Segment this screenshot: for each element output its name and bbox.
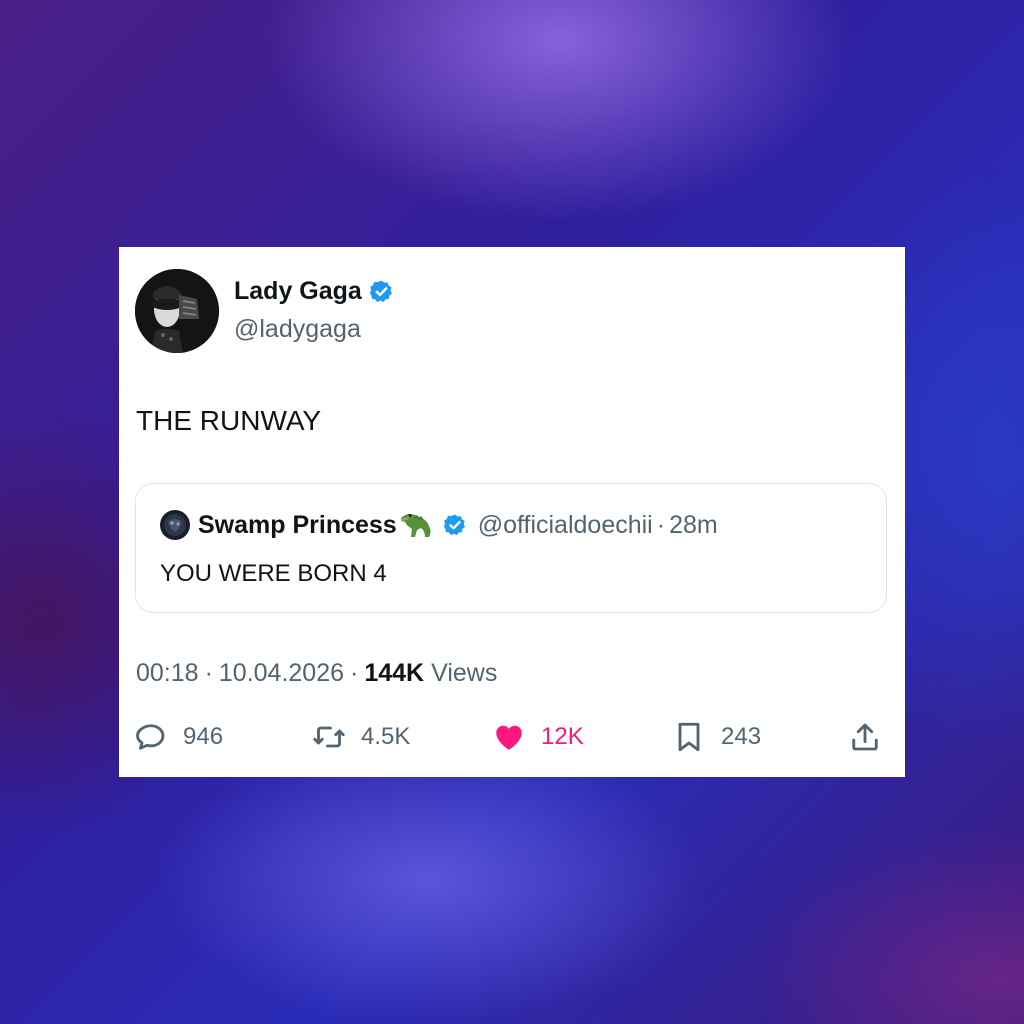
views-label: Views: [431, 659, 498, 687]
quoted-tweet-text: YOU WERE BORN 4: [160, 560, 387, 587]
author-display-name[interactable]: Lady Gaga: [234, 277, 362, 306]
reply-button[interactable]: 946: [133, 715, 223, 759]
quoted-verified-badge-icon: [443, 514, 465, 536]
quoted-tweet[interactable]: Swamp Princess @officialdoechii · 28m YO…: [135, 483, 887, 613]
meta-separator: ·: [204, 659, 213, 687]
heart-icon: [496, 725, 522, 750]
tweet-card: Lady Gaga @ladygaga THE RUNWAY Swamp Pri…: [119, 247, 905, 777]
alligator-icon: [400, 514, 431, 537]
bookmark-button[interactable]: 243: [671, 715, 761, 759]
avatar-photo: [135, 269, 219, 353]
quoted-tweet-header: Swamp Princess @officialdoechii · 28m: [160, 510, 718, 540]
tweet-text: THE RUNWAY: [136, 405, 322, 436]
quoted-author-avatar[interactable]: [160, 510, 190, 540]
tweet-date[interactable]: 10.04.2026: [219, 659, 344, 688]
quoted-author-handle[interactable]: @officialdoechii: [478, 511, 653, 540]
quoted-timestamp[interactable]: 28m: [669, 511, 718, 540]
bookmark-icon: [678, 722, 700, 752]
tweet-meta: 00:18 · 10.04.2026 · 144K Views: [136, 659, 497, 688]
quoted-author-name[interactable]: Swamp Princess: [198, 511, 397, 540]
reply-icon: [136, 724, 165, 750]
quoted-separator: ·: [656, 510, 666, 539]
bookmark-count: 243: [721, 723, 762, 750]
like-count: 12K: [541, 723, 584, 750]
meta-separator: ·: [350, 659, 359, 687]
action-bar: 946 4.5K 12K 243: [119, 715, 905, 759]
repost-icon: [313, 726, 345, 748]
repost-button[interactable]: 4.5K: [311, 715, 410, 759]
share-button[interactable]: [847, 715, 883, 759]
repost-count: 4.5K: [361, 723, 411, 750]
author-name-row: Lady Gaga: [234, 277, 394, 306]
tweet-time[interactable]: 00:18: [136, 659, 199, 688]
author-avatar[interactable]: [135, 269, 219, 353]
views-count: 144K: [364, 659, 425, 687]
share-icon: [852, 723, 878, 751]
reply-count: 946: [183, 723, 224, 750]
verified-badge-icon: [369, 280, 392, 303]
like-button[interactable]: 12K: [491, 715, 584, 759]
author-handle[interactable]: @ladygaga: [234, 315, 361, 344]
